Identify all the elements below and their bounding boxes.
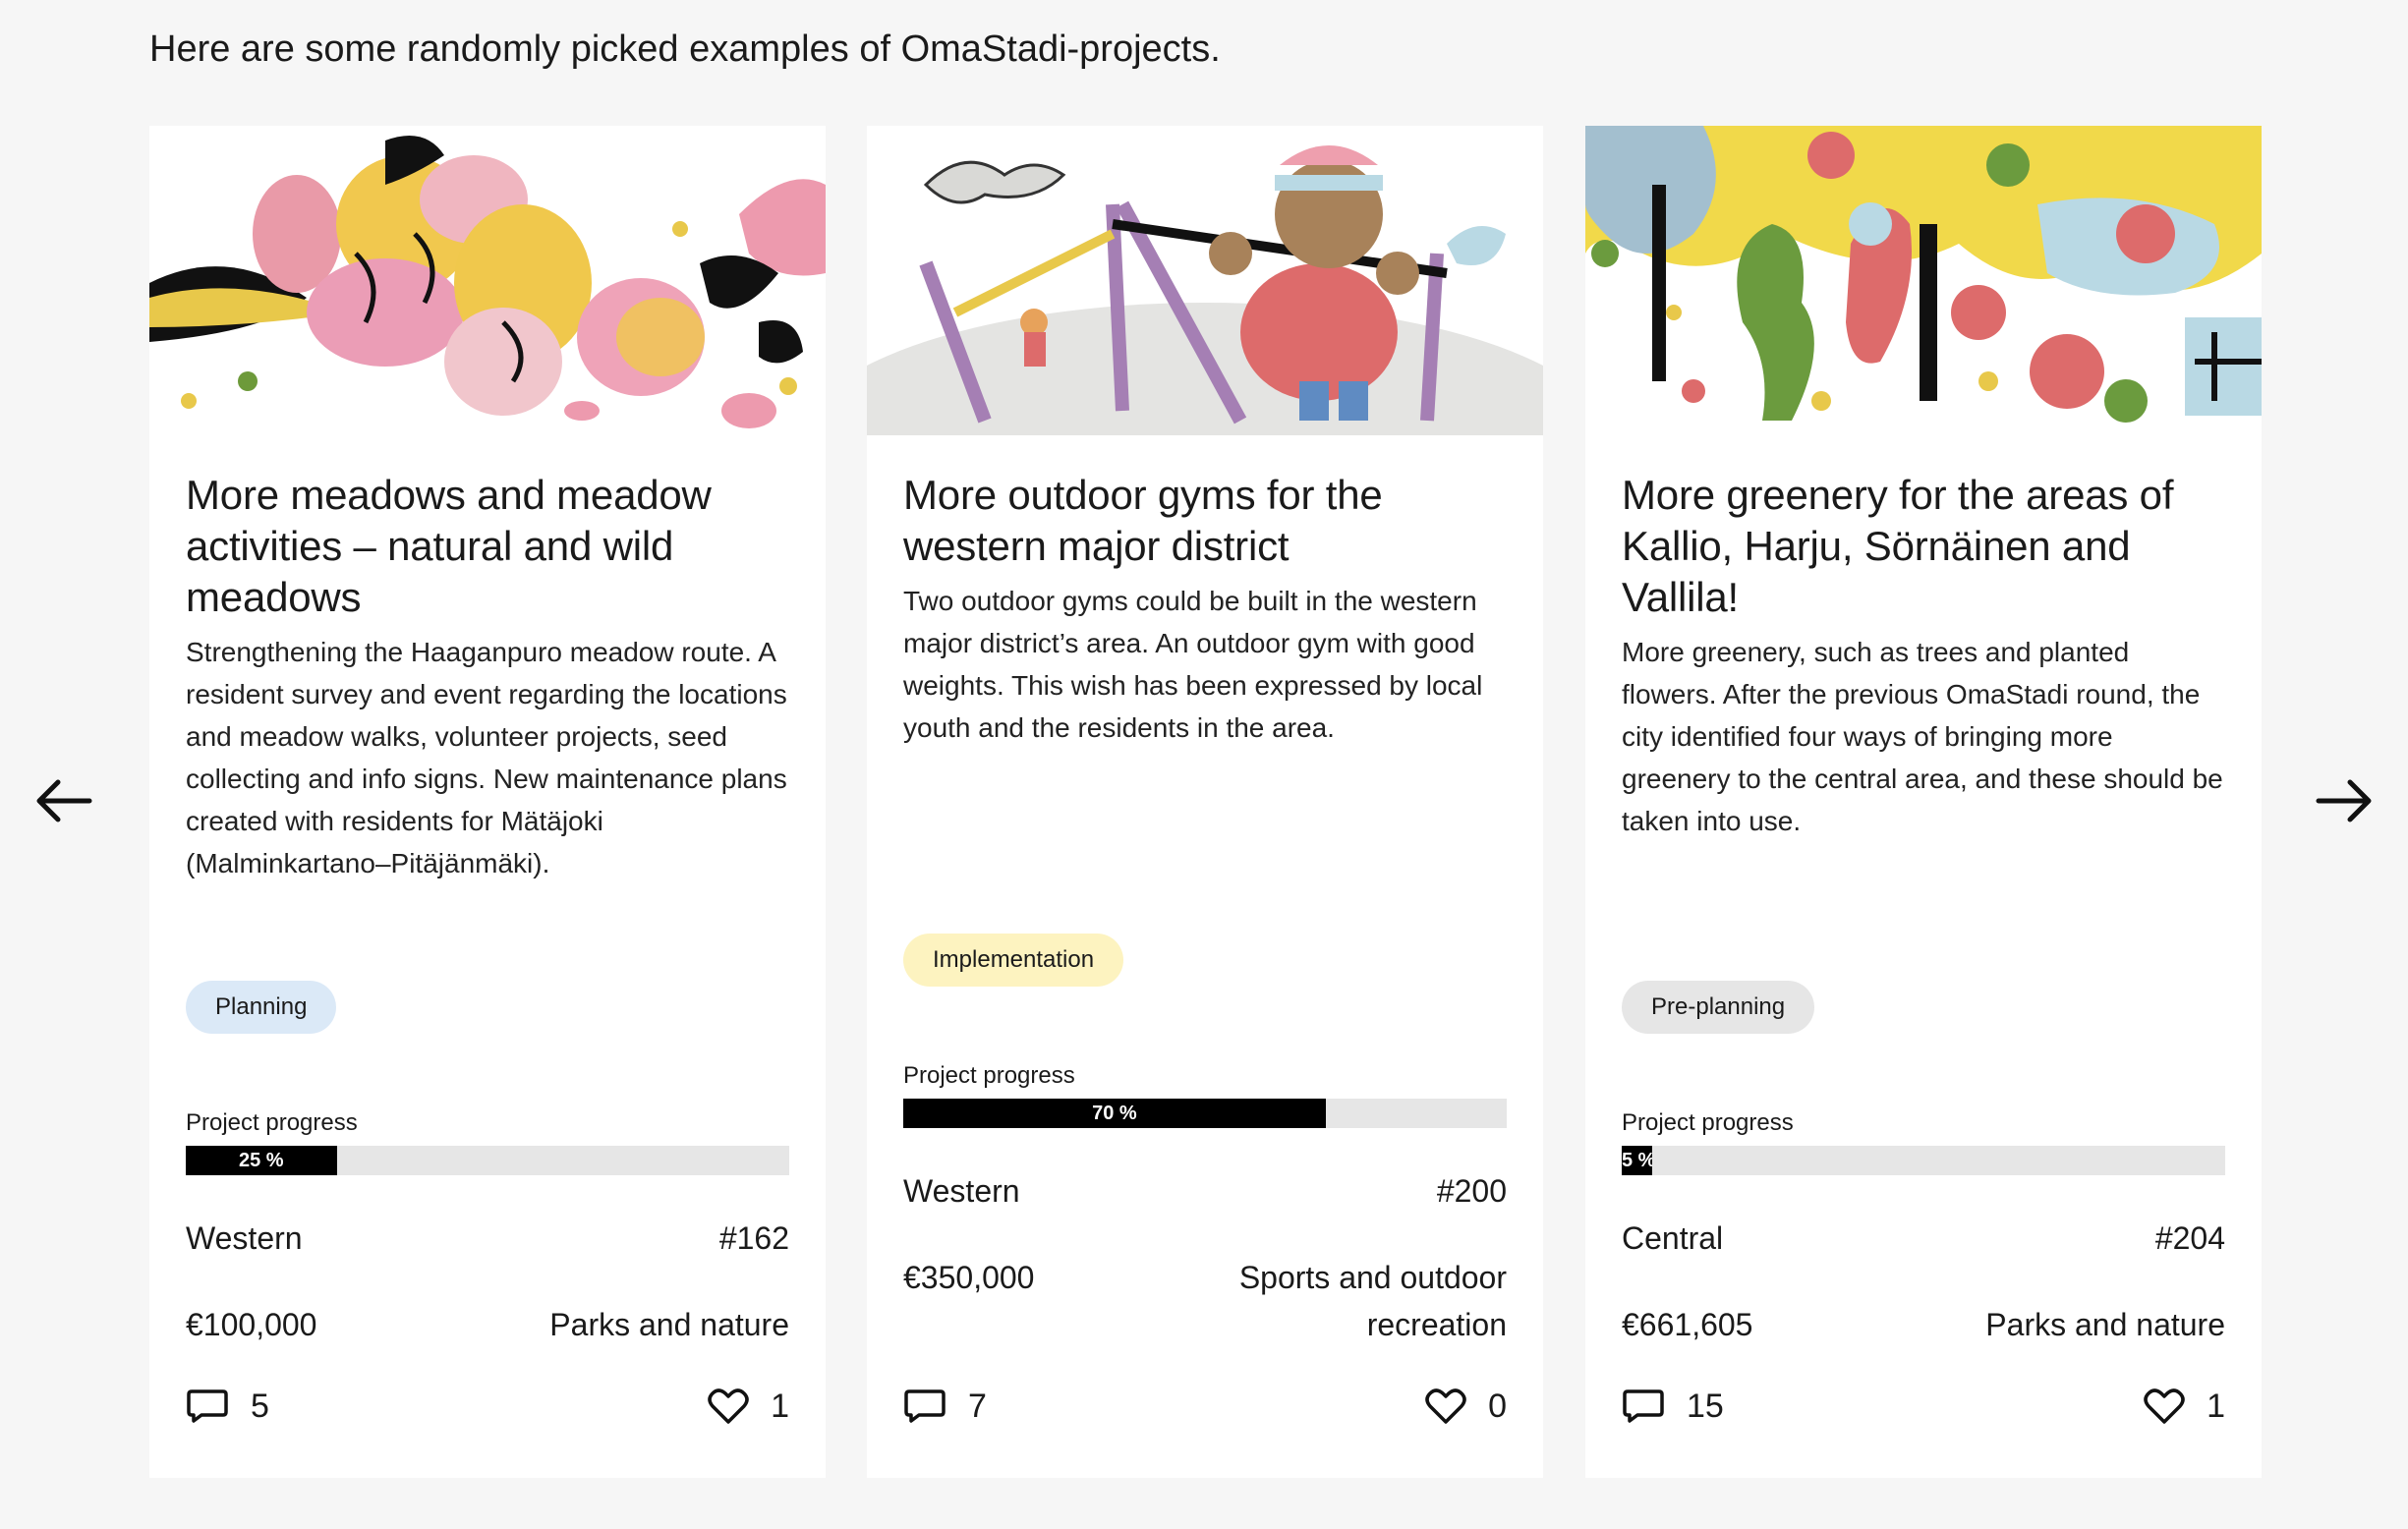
next-button[interactable] [2310,771,2379,830]
project-number: #162 [718,1220,789,1256]
project-illustration[interactable] [1585,126,2262,435]
comment-count: 15 [1687,1387,1724,1425]
progress-bar: 70 % [903,1099,1507,1128]
progress-fill: 25 % [186,1146,337,1175]
progress-label: Project progress [1622,1109,1794,1136]
project-illustration[interactable] [149,126,826,435]
project-card[interactable]: More outdoor gyms for the western major … [867,126,1543,1478]
like-count: 0 [1488,1387,1507,1425]
outdoor-gym-illustration [867,126,1543,435]
category-label: Parks and nature [549,1307,789,1342]
district-label: Central [1622,1220,1724,1256]
heart-icon [1425,1388,1466,1424]
like-count: 1 [2207,1387,2225,1425]
heart-icon [708,1388,749,1424]
arrow-left-icon [36,779,92,822]
arrow-right-icon [2316,779,2372,822]
project-number: #204 [2154,1220,2225,1256]
status-badge: Implementation [903,934,1124,987]
heart-icon [2144,1388,2185,1424]
project-description: Two outdoor gyms could be built in the w… [903,586,1483,743]
comment-icon [904,1389,946,1423]
comment-icon [187,1389,228,1423]
comment-icon [1623,1389,1664,1423]
comment-count: 7 [968,1387,987,1425]
budget-value: €100,000 [186,1307,317,1342]
project-card[interactable]: More meadows and meadow activities – nat… [149,126,826,1478]
like-button[interactable]: 1 [708,1382,789,1431]
comments-button[interactable]: 15 [1622,1382,1724,1431]
card-footer: 5 1 [186,1382,789,1431]
status-badge: Pre-planning [1622,981,1815,1034]
progress-fill: 70 % [903,1099,1326,1128]
intro-text: Here are some randomly picked examples o… [149,28,1221,70]
card-footer: 7 0 [903,1382,1507,1431]
comments-button[interactable]: 5 [186,1382,269,1431]
status-badge: Planning [186,981,337,1034]
project-description: Strengthening the Haaganpuro meadow rout… [186,637,787,878]
progress-label: Project progress [186,1109,358,1136]
budget-value: €350,000 [903,1260,1035,1295]
project-number: #200 [1436,1173,1507,1209]
like-count: 1 [771,1387,789,1425]
category-label: Parks and nature [1985,1307,2225,1342]
district-label: Western [186,1220,303,1256]
project-title[interactable]: More meadows and meadow activities – nat… [186,470,789,623]
progress-label: Project progress [903,1062,1075,1089]
project-description: More greenery, such as trees and planted… [1622,637,2223,836]
like-button[interactable]: 0 [1425,1382,1507,1431]
category-label: Sports and outdoor recreation [1238,1260,1507,1342]
project-title[interactable]: More outdoor gyms for the western major … [903,470,1507,572]
like-button[interactable]: 1 [2144,1382,2225,1431]
project-illustration[interactable] [867,126,1543,435]
budget-value: €661,605 [1622,1307,1753,1342]
project-card[interactable]: More greenery for the areas of Kallio, H… [1585,126,2262,1478]
meadow-flowers-illustration [149,126,826,435]
project-title[interactable]: More greenery for the areas of Kallio, H… [1622,470,2225,623]
district-label: Western [903,1173,1020,1209]
comments-button[interactable]: 7 [903,1382,987,1431]
greenery-trees-illustration [1585,126,2262,435]
progress-bar: 25 % [186,1146,789,1175]
card-footer: 15 1 [1622,1382,2225,1431]
progress-bar: 5 % [1622,1146,2225,1175]
progress-fill: 5 % [1622,1146,1652,1175]
comment-count: 5 [251,1387,269,1425]
previous-button[interactable] [29,771,98,830]
